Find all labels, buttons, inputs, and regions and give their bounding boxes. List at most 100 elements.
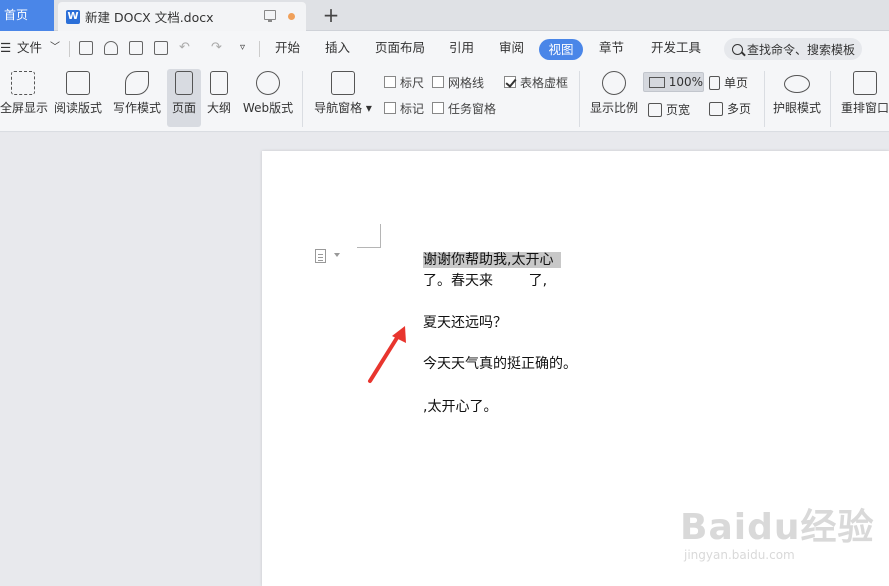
globe-icon xyxy=(256,71,280,95)
command-search[interactable]: 查找命令、搜索模板 xyxy=(724,38,862,60)
tab-bar: 首页 W 新建 DOCX 文档.docx + xyxy=(0,0,889,31)
page-width-button[interactable]: 页宽 xyxy=(648,101,690,118)
multi-page-button[interactable]: 多页 xyxy=(709,100,751,117)
web-layout-label: Web版式 xyxy=(242,101,294,115)
divider xyxy=(830,71,831,127)
page-view-button[interactable]: 页面 xyxy=(167,69,201,127)
zoom-icon xyxy=(602,71,626,95)
print-preview-icon[interactable] xyxy=(154,41,168,55)
menu-file[interactable]: 文件 xyxy=(17,31,42,65)
single-page-label: 单页 xyxy=(724,76,749,90)
redo-icon[interactable]: ↷ xyxy=(211,31,222,65)
red-arrow-annotation xyxy=(368,326,406,383)
table-frame-checkbox-box xyxy=(504,76,516,88)
ruler-checkbox-box xyxy=(384,76,396,88)
customize-dropdown-icon[interactable]: ▿ xyxy=(240,31,245,65)
chevron-down-icon[interactable]: ﹀ xyxy=(50,31,60,65)
menu-insert[interactable]: 插入 xyxy=(325,31,350,65)
divider xyxy=(579,71,580,127)
menu-row: ☰ 文件 ﹀ ↶ ↷ ▿ 开始 插入 页面布局 引用 审阅 视图 章节 开发工具… xyxy=(0,31,889,65)
selected-text[interactable]: 谢谢你帮助我,太开心 xyxy=(423,252,562,268)
zoom-value: 100% xyxy=(668,75,703,89)
marks-checkbox-box xyxy=(384,102,396,114)
nav-pane-icon xyxy=(331,71,355,95)
menu-start[interactable]: 开始 xyxy=(275,31,300,65)
print-icon[interactable] xyxy=(129,41,143,55)
zoom-ratio-label: 显示比例 xyxy=(589,101,638,115)
outline-button[interactable]: 大纲 xyxy=(204,69,234,127)
divider xyxy=(764,71,765,127)
doc-line-3[interactable]: 夏天还远吗？ xyxy=(423,312,507,332)
eye-mode-button[interactable]: 护眼模式 xyxy=(770,69,824,127)
eye-icon xyxy=(784,75,810,93)
single-page-button[interactable]: 单页 xyxy=(709,74,748,91)
hamburger-icon[interactable]: ☰ xyxy=(0,31,11,65)
writing-mode-label: 写作模式 xyxy=(112,101,161,115)
table-frame-checkbox[interactable]: 表格虚框 xyxy=(504,74,568,90)
command-search-label: 查找命令、搜索模板 xyxy=(747,42,856,57)
monitor-icon[interactable] xyxy=(264,10,276,22)
new-tab-button[interactable]: + xyxy=(320,3,342,27)
save-icon[interactable] xyxy=(79,41,93,55)
writing-mode-button[interactable]: 写作模式 xyxy=(111,69,163,127)
paragraph-caret-icon[interactable] xyxy=(334,253,340,257)
doc-line-5[interactable]: ,太开心了。 xyxy=(423,396,497,416)
ruler-label: 标尺 xyxy=(400,75,425,90)
menu-view[interactable]: 视图 xyxy=(539,39,583,60)
gridlines-checkbox[interactable]: 网格线 xyxy=(432,74,484,90)
divider xyxy=(69,41,70,57)
fullscreen-label: 全屏显示 xyxy=(0,101,49,115)
zoom-100-button[interactable]: 100% xyxy=(643,72,704,92)
undo-icon[interactable]: ↶ xyxy=(179,31,190,65)
window-icon xyxy=(853,71,877,95)
menu-reference[interactable]: 引用 xyxy=(449,31,474,65)
word-doc-icon: W xyxy=(66,9,80,24)
menu-chapter[interactable]: 章节 xyxy=(599,31,624,65)
divider xyxy=(302,71,303,127)
book-icon xyxy=(66,71,90,95)
search-icon xyxy=(732,43,743,55)
page-view-label: 页面 xyxy=(171,101,196,115)
tab-home[interactable]: 首页 xyxy=(0,0,54,31)
gridlines-checkbox-box xyxy=(432,76,444,88)
reading-mode-button[interactable]: 阅读版式 xyxy=(52,69,104,127)
task-pane-checkbox-box xyxy=(432,102,444,114)
menu-page-layout[interactable]: 页面布局 xyxy=(375,31,425,65)
single-page-icon xyxy=(709,75,720,90)
page-width-label: 页宽 xyxy=(666,103,691,117)
rearrange-window-button[interactable]: 重排窗口 xyxy=(838,69,889,127)
page-width-icon xyxy=(648,102,662,117)
doc-line-1[interactable]: 谢谢你帮助我,太开心 xyxy=(423,249,562,269)
zoom-100-icon xyxy=(649,76,665,88)
task-pane-checkbox[interactable]: 任务窗格 xyxy=(432,100,496,116)
divider xyxy=(259,41,260,57)
menu-dev-tools[interactable]: 开发工具 xyxy=(651,31,701,65)
page-icon xyxy=(175,71,193,95)
tab-document[interactable]: W 新建 DOCX 文档.docx xyxy=(58,2,306,31)
paragraph-doc-icon[interactable] xyxy=(315,249,326,263)
format-painter-icon[interactable] xyxy=(104,41,118,55)
tab-document-title: 新建 DOCX 文档.docx xyxy=(85,10,214,25)
fullscreen-button[interactable]: 全屏显示 xyxy=(0,69,49,127)
nav-pane-button[interactable]: 导航窗格 ▾ xyxy=(312,69,374,127)
watermark-main: Baidu经验 xyxy=(680,507,875,548)
eye-mode-label: 护眼模式 xyxy=(772,101,821,115)
marks-label: 标记 xyxy=(400,101,425,116)
table-frame-label: 表格虚框 xyxy=(520,75,569,90)
nav-pane-label: 导航窗格 ▾ xyxy=(314,101,372,115)
multi-page-icon xyxy=(709,101,723,116)
doc-line-2[interactable]: 了。春天来 了, xyxy=(423,270,547,290)
web-layout-button[interactable]: Web版式 xyxy=(240,69,296,127)
zoom-ratio-button[interactable]: 显示比例 xyxy=(587,69,641,127)
unsaved-dot-icon xyxy=(288,13,295,20)
margin-corner-mark xyxy=(357,224,381,248)
pen-icon xyxy=(125,71,149,95)
menu-review[interactable]: 审阅 xyxy=(499,31,524,65)
fullscreen-icon xyxy=(11,71,35,95)
task-pane-label: 任务窗格 xyxy=(448,101,497,116)
multi-page-label: 多页 xyxy=(727,102,752,116)
doc-line-4[interactable]: 今天天气真的挺正确的。 xyxy=(423,353,577,373)
ruler-checkbox[interactable]: 标尺 xyxy=(384,74,424,90)
outline-label: 大纲 xyxy=(206,101,231,115)
marks-checkbox[interactable]: 标记 xyxy=(384,100,424,116)
